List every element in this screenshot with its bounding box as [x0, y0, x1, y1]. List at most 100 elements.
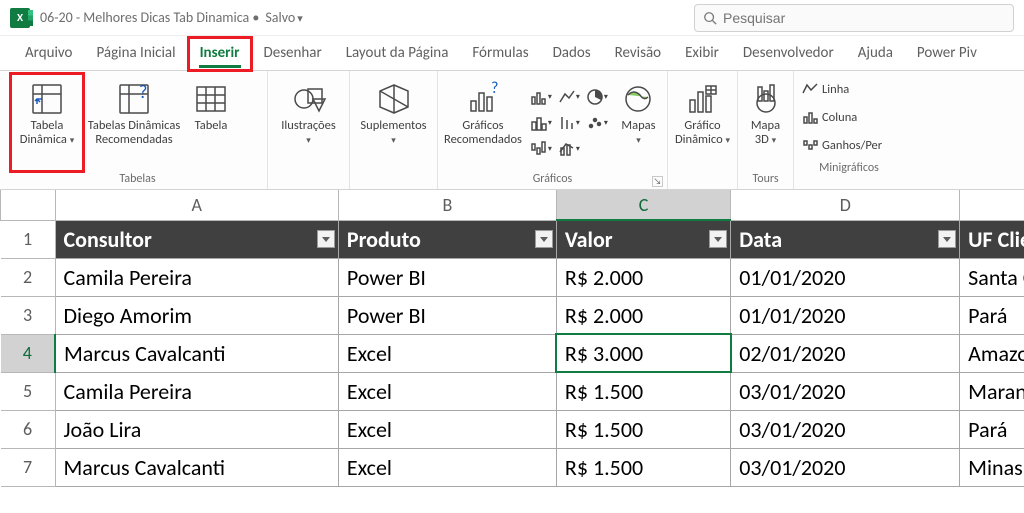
cell-E7[interactable]: Minas Gerais [960, 448, 1024, 486]
table-header-produto: Produto [338, 220, 556, 258]
cell-B4[interactable]: Excel [338, 334, 556, 372]
cell-B7[interactable]: Excel [338, 448, 556, 486]
tab-p-gina-inicial[interactable]: Página Inicial [85, 38, 186, 70]
cell-D3[interactable]: 01/01/2020 [731, 296, 960, 334]
cell-C4[interactable]: R$ 3.000 [556, 334, 730, 372]
scatter-chart-button[interactable]: ▾ [585, 111, 609, 135]
filter-button-0[interactable] [317, 230, 335, 248]
cell-C6[interactable]: R$ 1.500 [556, 410, 730, 448]
addins-button[interactable]: Suplementos▾ [354, 75, 433, 184]
tab-inserir[interactable]: Inserir [189, 38, 251, 70]
recommended-pivot-tables-button[interactable]: ? Tabelas DinâmicasRecomendadas [84, 75, 184, 170]
cell-B6[interactable]: Excel [338, 410, 556, 448]
spreadsheet[interactable]: ABCDE1ConsultorProdutoValorDataUF Client… [0, 190, 1024, 487]
ribbon-group-sparklines: Linha Coluna Ganhos/Per Minigráficos [794, 71, 904, 189]
cell-E6[interactable]: Pará [960, 410, 1024, 448]
illustrations-button[interactable]: Ilustrações▾ [272, 75, 345, 184]
column-header-B[interactable]: B [338, 190, 556, 220]
cell-C3[interactable]: R$ 2.000 [556, 296, 730, 334]
column-header-E[interactable]: E [960, 190, 1024, 220]
maps-button[interactable]: Mapas▾ [614, 75, 663, 170]
row-header-5[interactable]: 5 [1, 372, 56, 410]
cell-A3[interactable]: Diego Amorim [55, 296, 338, 334]
ribbon-group-pivotchart: GráficoDinâmico ▾ [668, 71, 738, 189]
cell-A2[interactable]: Camila Pereira [55, 258, 338, 296]
filter-button-2[interactable] [709, 230, 727, 248]
cell-C2[interactable]: R$ 2.000 [556, 258, 730, 296]
pie-chart-button[interactable]: ▾ [585, 85, 609, 109]
globe-icon [620, 81, 656, 117]
sparkline-winloss-icon [802, 137, 818, 153]
row-header-2[interactable]: 2 [1, 258, 56, 296]
cell-E2[interactable]: Santa Catarina [960, 258, 1024, 296]
cell-B3[interactable]: Power BI [338, 296, 556, 334]
tab-layout-da-p-gina[interactable]: Layout da Página [335, 38, 460, 70]
charts-launcher[interactable]: ↘ [652, 176, 663, 187]
pivot-chart-button[interactable]: GráficoDinâmico ▾ [672, 75, 733, 184]
cell-D6[interactable]: 03/01/2020 [731, 410, 960, 448]
tab-f-rmulas[interactable]: Fórmulas [461, 38, 539, 70]
tab-power-piv[interactable]: Power Piv [906, 38, 988, 70]
tab-desenhar[interactable]: Desenhar [253, 38, 333, 70]
group-label-charts: Gráficos [442, 170, 663, 187]
excel-app-icon: X [10, 8, 30, 28]
row-header-6[interactable]: 6 [1, 410, 56, 448]
cell-A7[interactable]: Marcus Cavalcanti [55, 448, 338, 486]
cell-A5[interactable]: Camila Pereira [55, 372, 338, 410]
row-header-1[interactable]: 1 [1, 220, 56, 258]
tab-arquivo[interactable]: Arquivo [14, 38, 83, 70]
tab-desenvolvedor[interactable]: Desenvolvedor [732, 38, 845, 70]
recommended-charts-icon: ? [465, 81, 501, 117]
ribbon-group-charts: ? GráficosRecomendados ▾ ▾ ▾ ▾ ▾ ▾ ▾ [438, 71, 668, 189]
filter-button-3[interactable] [938, 230, 956, 248]
column-header-A[interactable]: A [55, 190, 338, 220]
cell-E3[interactable]: Pará [960, 296, 1024, 334]
line-chart-button[interactable]: ▾ [557, 85, 581, 109]
hierarchy-chart-button[interactable]: ▾ [529, 111, 553, 135]
cell-A6[interactable]: João Lira [55, 410, 338, 448]
row-header-4[interactable]: 4 [1, 334, 56, 372]
sparkline-line-button[interactable]: Linha [802, 77, 896, 101]
map-3d-button[interactable]: Mapa3D ▾ [742, 75, 789, 170]
column-header-C[interactable]: C [556, 190, 730, 220]
chart-type-gallery: ▾ ▾ ▾ ▾ ▾ ▾ ▾ ▾ [526, 75, 612, 170]
cell-B2[interactable]: Power BI [338, 258, 556, 296]
cell-D7[interactable]: 03/01/2020 [731, 448, 960, 486]
sparkline-column-button[interactable]: Coluna [802, 105, 896, 129]
cell-E4[interactable]: Amazonas [960, 334, 1024, 372]
sparkline-winloss-button[interactable]: Ganhos/Per [802, 133, 896, 157]
search-input[interactable] [723, 10, 1005, 26]
cell-B5[interactable]: Excel [338, 372, 556, 410]
cell-D5[interactable]: 03/01/2020 [731, 372, 960, 410]
cell-C5[interactable]: R$ 1.500 [556, 372, 730, 410]
table-header-data: Data [731, 220, 960, 258]
row-header-7[interactable]: 7 [1, 448, 56, 486]
tab-dados[interactable]: Dados [542, 38, 602, 70]
combo-chart-button[interactable]: ▾ [557, 137, 581, 161]
select-all-corner[interactable] [1, 190, 56, 220]
group-label-tours: Tours [742, 170, 789, 187]
filter-button-1[interactable] [535, 230, 553, 248]
search-box[interactable] [694, 4, 1014, 32]
statistic-chart-button[interactable]: ▾ [557, 111, 581, 135]
sparkline-column-icon [802, 109, 818, 125]
table-header-valor: Valor [556, 220, 730, 258]
pivot-chart-icon [685, 81, 721, 117]
waterfall-chart-button[interactable]: ▾ [529, 137, 553, 161]
table-button[interactable]: Tabela [186, 75, 236, 170]
save-state[interactable]: Salvo▾ [265, 9, 302, 26]
cell-D2[interactable]: 01/01/2020 [731, 258, 960, 296]
column-header-D[interactable]: D [731, 190, 960, 220]
pivot-table-button[interactable]: TabelaDinâmica ▾ [12, 75, 82, 170]
title-bar: X 06-20 - Melhores Dicas Tab Dinamica • … [0, 0, 1024, 36]
recommended-charts-button[interactable]: ? GráficosRecomendados [442, 75, 524, 170]
row-header-3[interactable]: 3 [1, 296, 56, 334]
tab-ajuda[interactable]: Ajuda [847, 38, 904, 70]
cell-C7[interactable]: R$ 1.500 [556, 448, 730, 486]
cell-A4[interactable]: Marcus Cavalcanti [55, 334, 338, 372]
cell-E5[interactable]: Maranhão [960, 372, 1024, 410]
cell-D4[interactable]: 02/01/2020 [731, 334, 960, 372]
bar-chart-button[interactable]: ▾ [529, 85, 553, 109]
tab-revis-o[interactable]: Revisão [604, 38, 672, 70]
tab-exibir[interactable]: Exibir [674, 38, 730, 70]
